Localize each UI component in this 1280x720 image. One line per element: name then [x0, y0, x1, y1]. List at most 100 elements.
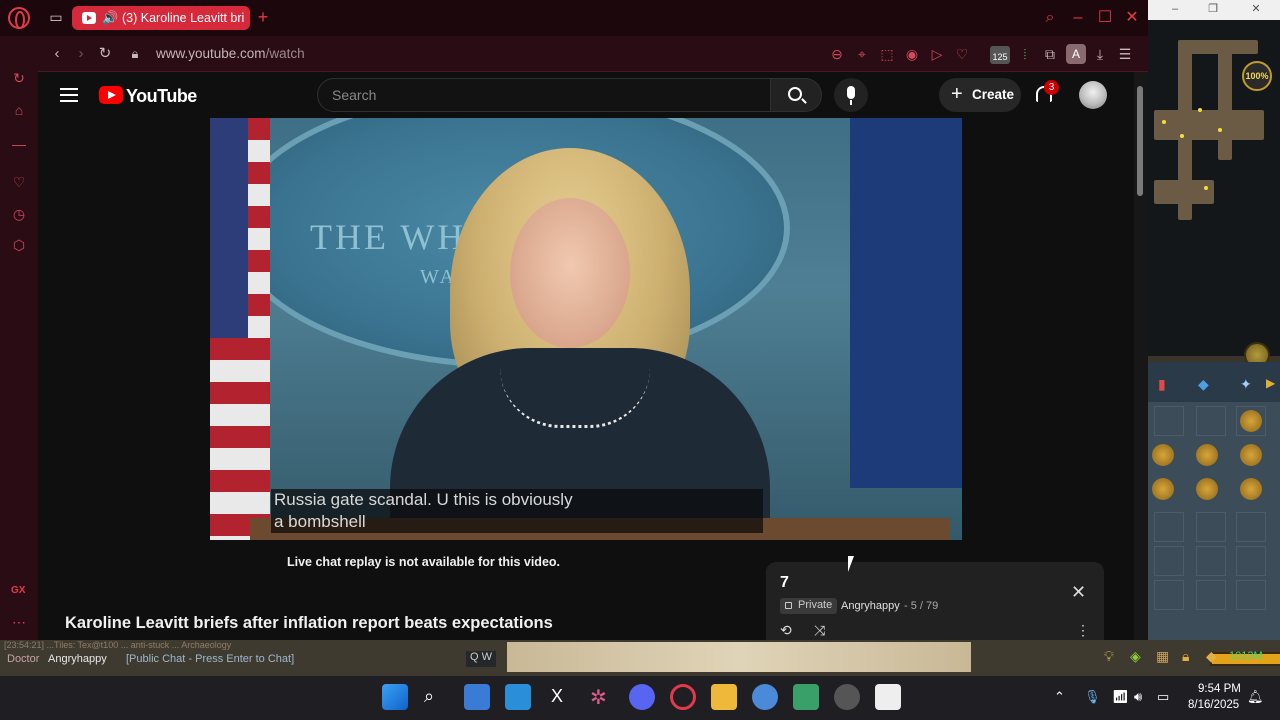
- magic-icon[interactable]: ✦: [1240, 376, 1252, 393]
- game-maximize-icon[interactable]: ❐: [1206, 2, 1220, 16]
- player-icon[interactable]: ▷: [928, 45, 946, 63]
- playlist-position: - 5 / 79: [904, 600, 939, 612]
- discord-icon[interactable]: [629, 684, 655, 710]
- photos-icon[interactable]: [505, 684, 531, 710]
- tray-overflow-icon[interactable]: ⌃: [1054, 689, 1065, 705]
- settings-taskbar-icon[interactable]: [752, 684, 778, 710]
- runescape-icon[interactable]: [875, 684, 901, 710]
- close-icon[interactable]: ✕: [1122, 8, 1142, 28]
- chat-input[interactable]: [Public Chat - Press Enter to Chat]: [126, 653, 294, 665]
- scrollbar-thumb[interactable]: [1137, 86, 1143, 196]
- easy-setup-icon[interactable]: ☰: [1116, 45, 1134, 63]
- lock-game-icon[interactable]: 🔒︎: [1182, 648, 1189, 665]
- tray-mic-icon[interactable]: 🎙︎: [1084, 689, 1101, 705]
- more-options-icon[interactable]: ⋮: [1076, 622, 1090, 639]
- playlist-title[interactable]: 7: [780, 574, 789, 592]
- sidebar-more-icon[interactable]: ⋯: [9, 612, 29, 632]
- voice-search-button[interactable]: [834, 78, 868, 112]
- new-tab-icon[interactable]: +: [254, 8, 272, 26]
- brand-app-icon[interactable]: ✲: [590, 685, 607, 710]
- gx-label[interactable]: GX: [11, 585, 25, 596]
- maximize-icon[interactable]: ☐: [1095, 8, 1115, 28]
- extensions-icon[interactable]: ⧉: [1041, 45, 1059, 63]
- opera-logo-icon[interactable]: [8, 7, 30, 29]
- profile-avatar[interactable]: A: [1066, 44, 1086, 64]
- forward-icon[interactable]: ›: [72, 45, 90, 63]
- inventory-item-icon[interactable]: [1196, 444, 1218, 466]
- battery-icon[interactable]: ▭: [1157, 689, 1169, 705]
- blue-wall: [850, 118, 962, 488]
- more-tabs-icon[interactable]: ▶: [1266, 376, 1275, 390]
- search-taskbar-icon[interactable]: ⌕: [424, 686, 434, 707]
- close-playlist-icon[interactable]: ✕: [1071, 582, 1086, 603]
- search-input[interactable]: Search: [317, 78, 771, 112]
- pin-icon[interactable]: ⌖: [853, 45, 871, 63]
- chat-filter-button[interactable]: Q W: [466, 651, 496, 667]
- file-explorer-icon[interactable]: [711, 684, 737, 710]
- action-bar: [507, 642, 1280, 672]
- start-icon[interactable]: [382, 684, 408, 710]
- minimap[interactable]: 100%: [1148, 20, 1280, 368]
- pocket-icon[interactable]: ◉: [903, 45, 921, 63]
- tab-island-icon[interactable]: ▭: [47, 8, 65, 26]
- minimize-icon[interactable]: –: [1068, 8, 1088, 28]
- stats-icon[interactable]: ▮: [1158, 376, 1166, 393]
- search-button[interactable]: [770, 78, 822, 112]
- settings-icon[interactable]: ▦: [1156, 648, 1169, 665]
- game-close-icon[interactable]: ✕: [1249, 2, 1263, 16]
- account-avatar[interactable]: [1079, 81, 1107, 109]
- search-tabs-icon[interactable]: ⌕: [1040, 8, 1060, 28]
- inventory-item-icon[interactable]: [1152, 444, 1174, 466]
- flag-stars: [210, 118, 248, 338]
- inventory-item-icon[interactable]: [1196, 478, 1218, 500]
- inventory-item-icon[interactable]: [1240, 410, 1262, 432]
- page-scrollbar[interactable]: [1134, 72, 1148, 640]
- equalizer-icon[interactable]: ⦙: [1016, 45, 1034, 63]
- hint-icon[interactable]: 💡︎: [1104, 648, 1114, 665]
- sidebar-shop-icon[interactable]: ⌂: [9, 100, 29, 120]
- download-icon[interactable]: ⤓: [1091, 45, 1109, 63]
- extension-badge[interactable]: 125: [990, 46, 1010, 64]
- speaker-icon[interactable]: 🔊: [102, 10, 118, 26]
- steam-icon[interactable]: [834, 684, 860, 710]
- volume-icon[interactable]: 🔊︎: [1134, 689, 1142, 705]
- shuffle-icon[interactable]: ⤨: [814, 622, 825, 639]
- lock-icon[interactable]: 🔒︎: [126, 45, 144, 63]
- favorite-icon[interactable]: ♡: [953, 45, 971, 63]
- notification-center-icon[interactable]: 🔔︎: [1247, 689, 1264, 705]
- snapshot-icon[interactable]: ⬚: [878, 45, 896, 63]
- create-button[interactable]: + Create: [939, 78, 1021, 112]
- inventory-item-icon[interactable]: [1152, 478, 1174, 500]
- notepad-icon[interactable]: [793, 684, 819, 710]
- url-field[interactable]: www.youtube.com/watch: [156, 46, 305, 61]
- game-minimize-icon[interactable]: –: [1168, 2, 1182, 16]
- quest-icon[interactable]: ◆: [1198, 376, 1209, 393]
- zoom-icon[interactable]: ⊖: [828, 45, 846, 63]
- opera-taskbar-icon[interactable]: [670, 684, 696, 710]
- sidebar-bookmarks-icon[interactable]: ♡: [9, 172, 29, 192]
- sidebar-extensions-icon[interactable]: ⬡: [9, 235, 29, 255]
- tab-youtube[interactable]: 🔊 (3) Karoline Leavitt bri: [72, 6, 250, 30]
- clock-time[interactable]: 9:54 PM: [1198, 683, 1241, 695]
- chat-scrollback: [23:54:21] ...Tiles: Tex@t100 ... anti-s…: [4, 640, 232, 650]
- video-player[interactable]: THE WHITE HOUSE WASH Russia gate scandal…: [210, 118, 962, 540]
- clan-icon[interactable]: ◈: [1130, 648, 1141, 665]
- x-app-icon[interactable]: X: [551, 686, 563, 707]
- reload-icon[interactable]: ↻: [96, 45, 114, 63]
- playlist-owner[interactable]: Angryhappy: [841, 600, 900, 612]
- url-domain: www.youtube.com: [156, 46, 266, 61]
- youtube-brand[interactable]: YouTube: [126, 86, 197, 107]
- sidebar-refresh-icon[interactable]: ↻: [9, 68, 29, 88]
- clock-date[interactable]: 8/16/2025: [1188, 699, 1239, 711]
- coins-icon[interactable]: ◆: [1206, 648, 1217, 665]
- sidebar-history-icon[interactable]: ◷: [9, 204, 29, 224]
- inventory-item-icon[interactable]: [1240, 444, 1262, 466]
- loop-icon[interactable]: ⟲: [780, 622, 792, 639]
- back-icon[interactable]: ‹: [48, 45, 66, 63]
- inventory-item-icon[interactable]: [1240, 478, 1262, 500]
- menu-icon[interactable]: [60, 88, 78, 102]
- zoom-orb[interactable]: 100%: [1242, 61, 1272, 91]
- calculator-icon[interactable]: [464, 684, 490, 710]
- youtube-logo-icon[interactable]: [99, 86, 123, 104]
- wifi-icon[interactable]: 📶︎: [1112, 689, 1129, 705]
